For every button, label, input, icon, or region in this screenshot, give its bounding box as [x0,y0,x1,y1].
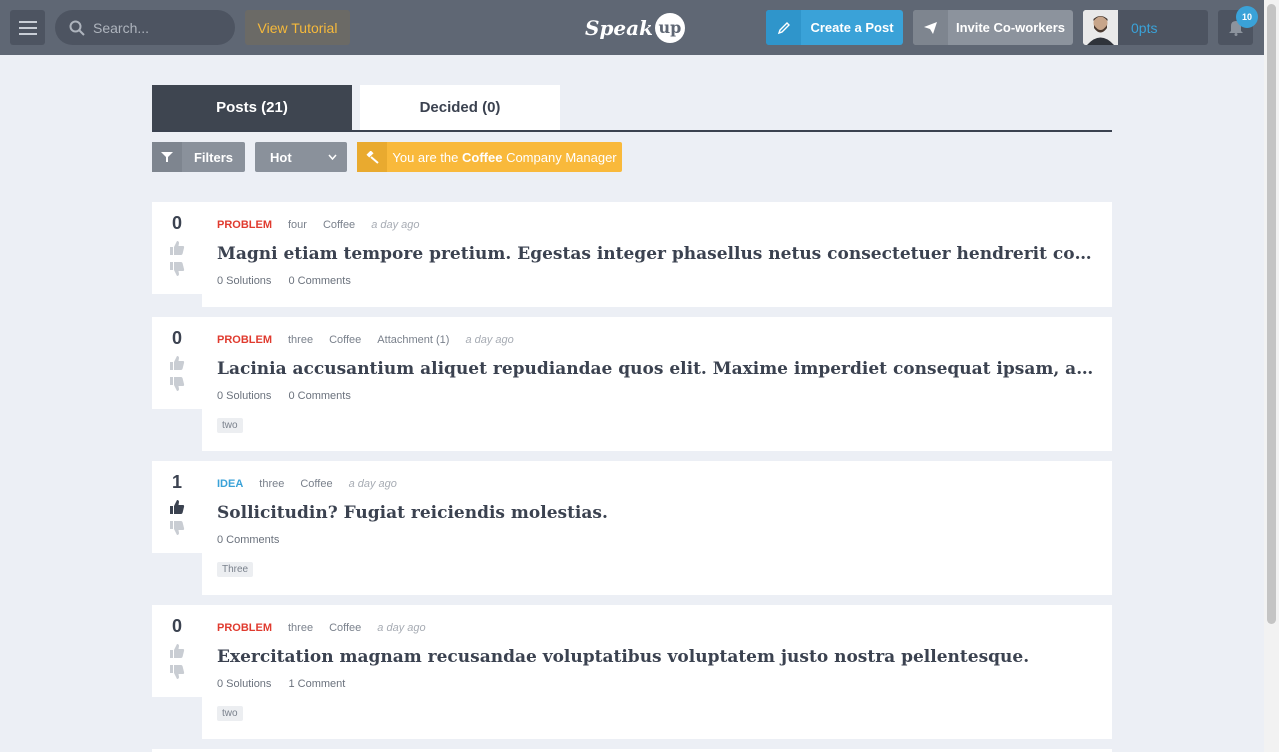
profile-button[interactable]: 0pts [1083,10,1208,45]
manager-banner: You are the Coffee Company Manager [357,142,622,172]
post-card[interactable]: PROBLEM four Coffee a day ago Magni etia… [202,202,1112,307]
post-title[interactable]: Lacinia accusantium aliquet repudiandae … [217,357,1097,381]
post-time: a day ago [371,218,420,231]
post-card[interactable]: IDEA three Coffee a day ago Sollicitudin… [202,461,1112,595]
post-tag[interactable]: two [217,418,243,433]
post-author[interactable]: four [288,219,307,231]
post-meta: PROBLEM four Coffee a day ago [217,217,1097,232]
post-stats: 0 Solutions 0 Comments [217,275,1097,289]
tab-posts[interactable]: Posts (21) [152,85,352,130]
logo-text: Speak [585,15,653,40]
sort-value: Hot [270,149,292,165]
comments-count[interactable]: 1 Comment [289,678,346,690]
post-card[interactable]: PROBLEM three Coffee a day ago Exercitat… [202,605,1112,739]
vote-box: 1 [152,461,202,553]
post-type[interactable]: PROBLEM [217,219,272,231]
post-title[interactable]: Exercitation magnam recusandae voluptati… [217,645,1097,669]
solutions-count[interactable]: 0 Solutions [217,390,271,402]
post-stats: 0 Solutions 0 Comments [217,390,1097,404]
manager-company: Coffee [462,149,503,165]
thumbs-down-icon[interactable] [169,261,185,277]
post-meta: PROBLEM three Coffee Attachment (1) a da… [217,332,1097,347]
post-type[interactable]: IDEA [217,478,243,490]
post-meta: IDEA three Coffee a day ago [217,476,1097,491]
post-tabs: Posts (21) Decided (0) [152,85,1112,132]
menu-button[interactable] [10,10,45,45]
post-tag[interactable]: Three [217,562,254,577]
thumbs-up-icon[interactable] [169,240,185,256]
vote-box: 0 [152,202,202,294]
paper-plane-icon [913,10,948,45]
post-company[interactable]: Coffee [329,622,361,634]
post-type[interactable]: PROBLEM [217,622,272,634]
post-type[interactable]: PROBLEM [217,334,272,346]
post-stats: 0 Solutions 1 Comment [217,678,1097,692]
hamburger-icon [18,20,37,35]
scrollbar-thumb[interactable] [1267,4,1276,624]
thumbs-down-icon[interactable] [169,376,185,392]
chevron-down-icon [328,154,337,160]
post-title[interactable]: Magni etiam tempore pretium. Egestas int… [217,242,1097,266]
thumbs-up-icon[interactable] [169,643,185,659]
search-icon [69,20,85,36]
thumbs-down-icon[interactable] [169,520,185,536]
thumbs-down-icon[interactable] [169,664,185,680]
thumbs-up-icon[interactable] [169,355,185,371]
search-input[interactable] [91,18,225,37]
vote-box: 0 [152,605,202,697]
tab-decided[interactable]: Decided (0) [360,85,560,130]
create-post-label: Create a Post [810,20,894,35]
post-time: a day ago [465,333,514,346]
view-tutorial-button[interactable]: View Tutorial [245,10,350,45]
invite-label: Invite Co-workers [955,20,1066,35]
filters-button[interactable]: Filters [152,142,245,172]
post-meta: PROBLEM three Coffee a day ago [217,620,1097,635]
invite-coworkers-button[interactable]: Invite Co-workers [913,10,1073,45]
post-company[interactable]: Coffee [300,478,332,490]
post-tag[interactable]: two [217,706,243,721]
points-value: 0pts [1131,19,1158,36]
post-attachment[interactable]: Attachment (1) [377,334,449,346]
post-author[interactable]: three [288,334,313,346]
top-bar: View Tutorial Speak up Create a Post Inv… [0,0,1264,55]
gavel-icon [357,142,387,172]
vote-count: 0 [171,213,182,233]
vote-count: 0 [171,616,182,636]
filters-label: Filters [193,149,233,165]
post-company[interactable]: Coffee [329,334,361,346]
vote-count: 0 [171,328,182,348]
manager-text: You are the Coffee Company Manager [392,149,617,165]
post-company[interactable]: Coffee [323,219,355,231]
thumbs-up-icon[interactable] [169,499,185,515]
comments-count[interactable]: 0 Comments [289,275,351,287]
logo[interactable]: Speak up [585,10,685,45]
notification-badge: 10 [1236,6,1258,28]
vote-count: 1 [171,472,182,492]
post-time: a day ago [348,477,397,490]
search-box [55,10,235,45]
comments-count[interactable]: 0 Comments [289,390,351,402]
solutions-count[interactable]: 0 Solutions [217,678,271,690]
post-stats: 0 Comments [217,534,1097,548]
post-time: a day ago [377,621,426,634]
post-author[interactable]: three [259,478,284,490]
pencil-icon [766,10,801,45]
post-title[interactable]: Sollicitudin? Fugiat reiciendis molestia… [217,501,1097,525]
solutions-count[interactable]: 0 Solutions [217,275,271,287]
post-author[interactable]: three [288,622,313,634]
vote-box: 0 [152,317,202,409]
sort-select[interactable]: Hot [255,142,347,172]
comments-count[interactable]: 0 Comments [217,534,279,546]
avatar [1083,10,1118,45]
logo-bubble: up [654,12,685,43]
create-post-button[interactable]: Create a Post [766,10,903,45]
funnel-icon [152,142,182,172]
post-card[interactable]: PROBLEM three Coffee Attachment (1) a da… [202,317,1112,451]
